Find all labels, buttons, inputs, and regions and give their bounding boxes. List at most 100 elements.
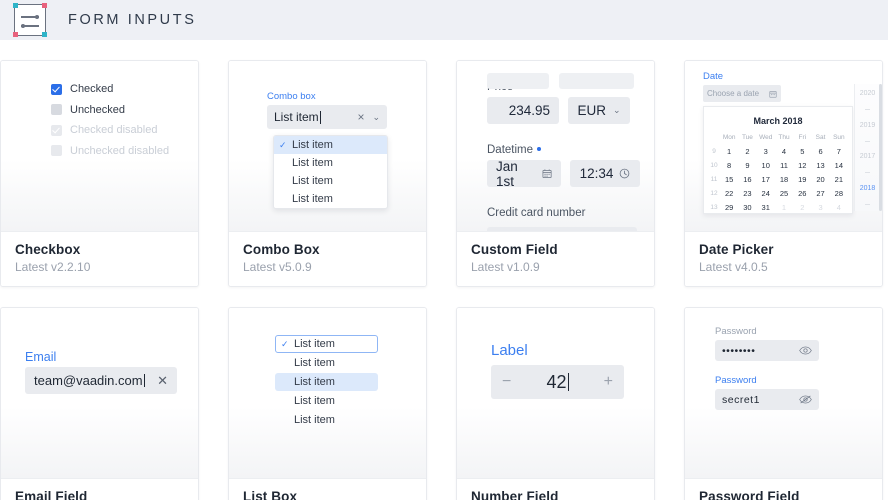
combo-box-option[interactable]: List item: [274, 154, 387, 172]
checkbox-row-unchecked[interactable]: Unchecked: [51, 104, 198, 116]
calendar-day-outside[interactable]: 1: [775, 202, 793, 213]
card-list-box[interactable]: List item List item List item List item …: [228, 307, 427, 500]
combo-box-demo: Combo box List item × ⌄ List item List i…: [229, 61, 426, 209]
calendar-day[interactable]: 22: [720, 188, 738, 199]
calendar-day[interactable]: 10: [757, 160, 775, 171]
calendar-day[interactable]: 14: [830, 160, 848, 171]
year-option-current[interactable]: 2018: [860, 185, 876, 192]
calendar-day[interactable]: 28: [830, 188, 848, 199]
card-email-field[interactable]: Email team@vaadin.com ✕ Email Field Late…: [0, 307, 199, 500]
clear-icon[interactable]: ✕: [157, 373, 168, 389]
calendar-day[interactable]: 12: [793, 160, 811, 171]
calendar-overlay[interactable]: March 2018 Mon Tue Wed Thu Fri Sat Sun 9…: [703, 106, 853, 214]
card-footer: List Box Latest v1.2.0: [229, 478, 426, 500]
logo-corner-tr: [42, 3, 47, 8]
calendar-day[interactable]: 7: [830, 146, 848, 157]
calendar-day[interactable]: 15: [720, 174, 738, 185]
card-checkbox[interactable]: Checked Unchecked Checked disabled Unche…: [0, 60, 199, 287]
email-input[interactable]: team@vaadin.com ✕: [25, 367, 177, 394]
calendar-day[interactable]: 24: [757, 188, 775, 199]
card-date-picker[interactable]: Date Choose a date March 2018 Mon Tue We…: [684, 60, 883, 287]
year-option[interactable]: 2019: [860, 122, 876, 129]
password-field-preview: Password •••••••• Password secret1: [685, 308, 882, 478]
calendar-day[interactable]: 1: [720, 146, 738, 157]
password-input-masked[interactable]: ••••••••: [715, 340, 819, 361]
combo-box-option[interactable]: List item: [274, 190, 387, 208]
year-option[interactable]: 2017: [860, 153, 876, 160]
number-field-value-wrap[interactable]: 42: [546, 371, 569, 393]
calendar-day[interactable]: 30: [738, 202, 756, 213]
clock-icon[interactable]: [619, 168, 630, 179]
calendar-day[interactable]: 20: [811, 174, 829, 185]
calendar-day-outside[interactable]: 2: [793, 202, 811, 213]
card-footer: Password Field Latest v2.5.3: [685, 478, 882, 500]
card-password-field[interactable]: Password •••••••• Password secret1 Passw…: [684, 307, 883, 500]
number-field-stepper[interactable]: − 42 +: [491, 365, 624, 399]
currency-select[interactable]: EUR ⌄: [568, 97, 630, 124]
list-box-item-hovered[interactable]: List item: [275, 373, 378, 391]
calendar-day[interactable]: 2: [738, 146, 756, 157]
calendar-day[interactable]: 4: [775, 146, 793, 157]
list-box-item[interactable]: List item: [275, 392, 378, 410]
calendar-day[interactable]: 6: [811, 146, 829, 157]
calendar-day[interactable]: 27: [811, 188, 829, 199]
eye-icon[interactable]: [799, 346, 812, 355]
calendar-day[interactable]: 5: [793, 146, 811, 157]
combo-box-dropdown[interactable]: List item List item List item List item: [273, 135, 388, 209]
card-number-field[interactable]: Label − 42 + Number Field Latest v2.5.3: [456, 307, 655, 500]
combo-box-option[interactable]: List item: [274, 172, 387, 190]
card-combo-box[interactable]: Combo box List item × ⌄ List item List i…: [228, 60, 427, 287]
date-picker-input[interactable]: Choose a date: [703, 85, 781, 102]
calendar-day[interactable]: 11: [775, 160, 793, 171]
weekday-header: Wed: [759, 134, 773, 141]
credit-card-input-clipped[interactable]: [487, 227, 637, 231]
card-custom-field[interactable]: Price 234.95 EUR ⌄ Datetime Jan 1st: [456, 60, 655, 287]
chevron-down-icon[interactable]: ⌄: [372, 112, 380, 123]
calendar-day[interactable]: 13: [811, 160, 829, 171]
year-scroller[interactable]: 2020 2019 2017 2018: [854, 84, 880, 211]
decrement-button[interactable]: −: [502, 374, 511, 390]
calendar-day-outside[interactable]: 3: [811, 202, 829, 213]
calendar-day[interactable]: 26: [793, 188, 811, 199]
calendar-day[interactable]: 18: [775, 174, 793, 185]
calendar-day[interactable]: 16: [738, 174, 756, 185]
calendar-day[interactable]: 31: [757, 202, 775, 213]
list-box-item-selected[interactable]: List item: [275, 335, 378, 353]
calendar-day[interactable]: 29: [720, 202, 738, 213]
time-input[interactable]: 12:34: [570, 160, 640, 187]
calendar-day[interactable]: 25: [775, 188, 793, 199]
card-title: Checkbox: [15, 242, 81, 257]
calendar-scrollbar[interactable]: [879, 84, 882, 211]
date-input[interactable]: Jan 1st: [487, 159, 561, 189]
checkbox-icon-checked[interactable]: [51, 83, 62, 95]
clear-icon[interactable]: ×: [357, 111, 364, 123]
calendar-day[interactable]: 3: [757, 146, 775, 157]
calendar-day[interactable]: 23: [738, 188, 756, 199]
time-value: 12:34: [579, 166, 614, 181]
number-field-value: 42: [546, 371, 567, 392]
calendar-day[interactable]: 19: [793, 174, 811, 185]
app-header: FORM INPUTS: [0, 0, 888, 40]
eye-slash-icon[interactable]: [799, 395, 812, 404]
price-input[interactable]: 234.95: [487, 97, 559, 124]
checkbox-row-checked[interactable]: Checked: [51, 83, 198, 95]
password-input-revealed[interactable]: secret1: [715, 389, 819, 410]
clipped-field-2: [559, 73, 634, 89]
combo-box-input[interactable]: List item × ⌄: [267, 105, 387, 129]
list-box-item[interactable]: List item: [275, 411, 378, 429]
calendar-day[interactable]: 9: [738, 160, 756, 171]
year-tick: [865, 172, 870, 174]
calendar-day-outside[interactable]: 4: [830, 202, 848, 213]
calendar-icon[interactable]: [769, 90, 777, 98]
checkbox-icon-unchecked[interactable]: [51, 104, 62, 115]
list-box-item[interactable]: List item: [275, 354, 378, 372]
calendar-day[interactable]: 8: [720, 160, 738, 171]
increment-button[interactable]: +: [604, 374, 613, 390]
weekday-header: Mon: [722, 134, 736, 141]
calendar-day[interactable]: 17: [757, 174, 775, 185]
list-box-preview: List item List item List item List item …: [229, 308, 426, 478]
combo-box-option[interactable]: List item: [274, 136, 387, 154]
year-option[interactable]: 2020: [860, 90, 876, 97]
calendar-day[interactable]: 21: [830, 174, 848, 185]
calendar-icon[interactable]: [542, 168, 552, 179]
